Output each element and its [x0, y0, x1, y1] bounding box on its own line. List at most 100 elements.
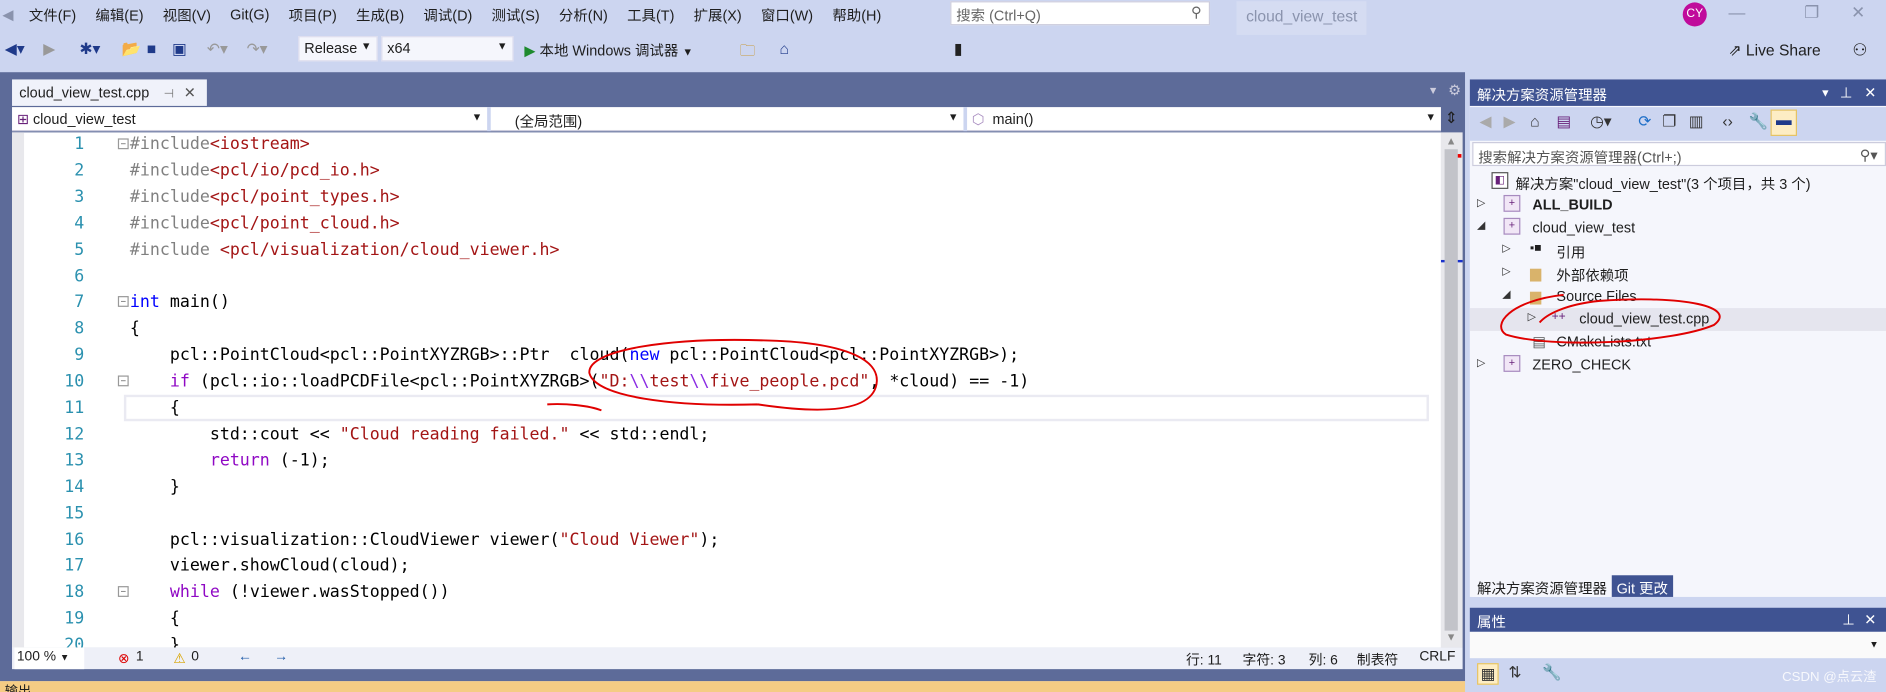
preview-selected-icon[interactable]: ▬: [1770, 109, 1797, 136]
menu-item[interactable]: 编辑(E): [86, 4, 153, 24]
live-share-button[interactable]: ⇗ Live Share: [1728, 41, 1820, 60]
forward-icon[interactable]: ▶: [43, 40, 55, 59]
tree-item-cmakelists[interactable]: ▤ CMakeLists.txt: [1470, 331, 1886, 354]
home-icon[interactable]: ⌂: [779, 40, 788, 58]
find-in-files-icon[interactable]: 🗀: [740, 40, 756, 66]
expand-icon[interactable]: ▷: [1477, 196, 1485, 209]
undo-icon[interactable]: ↶▾: [207, 40, 228, 59]
menu-item[interactable]: 窗口(W): [751, 4, 822, 24]
code-line[interactable]: }: [130, 636, 180, 648]
next-issue-icon[interactable]: →: [274, 650, 288, 664]
alphabetical-icon[interactable]: ⇅: [1508, 663, 1521, 682]
fold-toggle-icon[interactable]: −: [117, 586, 129, 598]
warning-count[interactable]: 0: [191, 650, 199, 664]
tree-item-cloud-view-test[interactable]: ◢ + cloud_view_test: [1470, 217, 1886, 240]
warning-icon[interactable]: ⚠: [173, 650, 185, 666]
collapse-icon[interactable]: ◢: [1502, 288, 1510, 301]
restore-icon[interactable]: ❐: [1804, 2, 1819, 22]
menu-item[interactable]: 文件(F): [19, 4, 86, 24]
home-icon[interactable]: ⌂: [1530, 112, 1539, 130]
menu-item[interactable]: 调试(D): [414, 4, 482, 24]
switch-views-icon[interactable]: ▤: [1556, 112, 1571, 131]
menu-item[interactable]: Git(G): [221, 6, 280, 23]
wrench-icon[interactable]: 🔧: [1542, 663, 1561, 682]
menu-item[interactable]: 分析(N): [549, 4, 617, 24]
bookmark-icon[interactable]: ▮: [954, 40, 963, 59]
line-ending-indicator[interactable]: CRLF: [1419, 650, 1455, 664]
tree-item-solution[interactable]: ◧ 解决方案"cloud_view_test"(3 个项目，共 3 个): [1470, 171, 1886, 194]
tree-item-all-build[interactable]: ▷ + ALL_BUILD: [1470, 194, 1886, 217]
code-line[interactable]: #include<iostream>: [130, 135, 310, 154]
tab-git-changes[interactable]: Git 更改: [1611, 575, 1673, 597]
code-line[interactable]: pcl::PointCloud<pcl::PointXYZRGB>::Ptr c…: [130, 346, 1019, 365]
minimize-icon[interactable]: —: [1728, 2, 1745, 21]
menu-item[interactable]: 项目(P): [279, 4, 346, 24]
code-line[interactable]: while (!viewer.wasStopped()): [130, 583, 450, 602]
code-line[interactable]: int main(): [130, 293, 230, 312]
search-input[interactable]: 搜索 (Ctrl+Q) ⚲: [950, 1, 1211, 26]
pin-icon[interactable]: ⊥: [1842, 611, 1855, 628]
tree-item-source-files[interactable]: ◢ ▆ Source Files: [1470, 285, 1886, 308]
history-icon[interactable]: ◷▾: [1590, 112, 1612, 131]
code-line[interactable]: }: [130, 477, 180, 496]
tree-item-cloud-view-test-cpp[interactable]: ▷ ++ cloud_view_test.cpp: [1469, 308, 1886, 331]
expand-icon[interactable]: ▷: [1477, 356, 1485, 369]
feedback-icon[interactable]: ⚇: [1852, 40, 1867, 60]
collapse-all-icon[interactable]: ❐: [1662, 112, 1676, 131]
code-line[interactable]: {: [130, 398, 180, 417]
solution-search-input[interactable]: 搜索解决方案资源管理器(Ctrl+;) ⚲▾: [1472, 142, 1886, 167]
menu-item[interactable]: 测试(S): [482, 4, 549, 24]
new-project-icon[interactable]: ✱▾: [79, 40, 100, 59]
code-line[interactable]: #include<pcl/point_types.h>: [130, 187, 400, 206]
project-dropdown[interactable]: ⊞ cloud_view_test ▼: [12, 107, 491, 132]
fold-toggle-icon[interactable]: −: [117, 296, 129, 308]
close-icon[interactable]: ✕: [1851, 2, 1865, 22]
tab-solution-explorer[interactable]: 解决方案资源管理器: [1472, 575, 1612, 597]
zoom-dropdown[interactable]: 100 % ▼: [14, 647, 85, 670]
pin-icon[interactable]: ⊣: [164, 88, 174, 101]
gear-icon[interactable]: ⚙: [1448, 82, 1461, 99]
expand-icon[interactable]: ▷: [1528, 310, 1536, 323]
avatar[interactable]: CY: [1682, 2, 1707, 27]
categorized-icon[interactable]: ▦: [1477, 663, 1500, 685]
properties-object-dropdown[interactable]: ▼: [1469, 631, 1886, 659]
redo-icon[interactable]: ↷▾: [247, 40, 268, 59]
expand-icon[interactable]: ▷: [1502, 265, 1510, 278]
code-line[interactable]: return (-1);: [130, 451, 330, 470]
split-icon[interactable]: ⇕: [1445, 108, 1458, 127]
forward-icon[interactable]: ▶: [1504, 112, 1516, 131]
view-code-icon[interactable]: ‹›: [1722, 112, 1732, 130]
save-icon[interactable]: ■: [147, 40, 156, 58]
menu-item[interactable]: 生成(B): [346, 4, 413, 24]
code-line[interactable]: {: [130, 609, 180, 628]
collapse-icon[interactable]: ◢: [1477, 219, 1485, 232]
tree-item-zero-check[interactable]: ▷ + ZERO_CHECK: [1470, 354, 1886, 377]
previous-issue-icon[interactable]: ←: [238, 650, 252, 664]
error-count[interactable]: 1: [136, 650, 144, 664]
code-editor[interactable]: 1 #include<iostream> 2 #include<pcl/io/pcd_…: [12, 132, 1441, 648]
menu-item[interactable]: 扩展(X): [684, 4, 751, 24]
code-line[interactable]: #include<pcl/io/pcd_io.h>: [130, 161, 380, 180]
menu-item[interactable]: 工具(T): [617, 4, 684, 24]
configuration-dropdown[interactable]: Release ▼: [298, 36, 378, 62]
indent-indicator[interactable]: 制表符: [1357, 650, 1398, 669]
code-line[interactable]: std::cout << "Cloud reading failed." << …: [130, 425, 710, 444]
code-line[interactable]: if (pcl::io::loadPCDFile<pcl::PointXYZRG…: [130, 372, 1029, 391]
start-debugging-button[interactable]: ▶ 本地 Windows 调试器 ▼: [524, 40, 693, 60]
properties-wrench-icon[interactable]: 🔧: [1749, 112, 1768, 131]
code-line[interactable]: {: [130, 319, 140, 338]
code-line[interactable]: #include<pcl/point_cloud.h>: [130, 214, 400, 233]
close-tab-icon[interactable]: ✕: [184, 84, 196, 101]
tree-item-references[interactable]: ▷ ▪■ 引用: [1470, 239, 1886, 262]
code-line[interactable]: #include <pcl/visualization/cloud_viewer…: [130, 240, 560, 259]
chevron-down-icon[interactable]: ▼: [1820, 87, 1831, 99]
scope-dropdown[interactable]: (全局范围) ▼: [491, 107, 968, 132]
fold-toggle-icon[interactable]: −: [117, 375, 129, 387]
save-all-icon[interactable]: ▣: [172, 40, 187, 59]
open-icon[interactable]: 📂: [121, 40, 140, 59]
back-icon[interactable]: ◀: [1479, 112, 1491, 131]
tab-cloud-view-test-cpp[interactable]: cloud_view_test.cpp ⊣ ✕: [12, 79, 207, 106]
back-icon[interactable]: ◀▾: [5, 40, 25, 59]
refresh-icon[interactable]: ⟳: [1638, 112, 1651, 131]
pin-icon[interactable]: ⊥: [1840, 84, 1853, 101]
